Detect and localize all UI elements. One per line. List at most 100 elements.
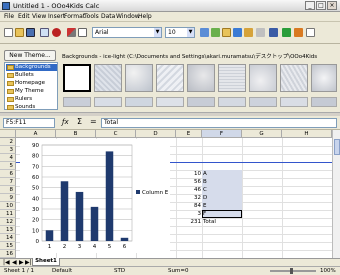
- row-header[interactable]: 6: [0, 170, 16, 178]
- gallery-thumbnail[interactable]: [187, 64, 215, 92]
- menu-window[interactable]: Window: [116, 13, 140, 20]
- gallery-thumbnail[interactable]: [280, 97, 308, 107]
- cell-e10[interactable]: 3: [176, 210, 202, 218]
- cell-f9[interactable]: E: [203, 202, 206, 210]
- chevron-down-icon[interactable]: ▼: [154, 28, 161, 37]
- row-header[interactable]: 14: [0, 234, 16, 242]
- name-box[interactable]: F5:F11: [3, 118, 55, 128]
- row-header[interactable]: 3: [0, 146, 16, 154]
- sort-descending-icon[interactable]: [211, 28, 220, 37]
- cell-e7[interactable]: 46: [176, 186, 202, 194]
- gallery-thumbnail[interactable]: [311, 64, 337, 92]
- gallery-thumbnail[interactable]: [156, 64, 184, 92]
- undo-icon[interactable]: [269, 28, 278, 37]
- menu-file[interactable]: File: [4, 13, 14, 20]
- menu-view[interactable]: View: [32, 13, 46, 20]
- cell-e11[interactable]: 231: [176, 218, 202, 226]
- page-style[interactable]: Default: [52, 268, 72, 274]
- sum-icon[interactable]: Σ: [77, 117, 82, 126]
- gallery-thumbnail[interactable]: [218, 64, 246, 92]
- gallery-thumbnail[interactable]: [249, 64, 277, 92]
- sort-ascending-icon[interactable]: [200, 28, 209, 37]
- cell-f11[interactable]: Total: [203, 218, 216, 226]
- function-icon[interactable]: =: [90, 117, 97, 126]
- open-icon[interactable]: [15, 28, 24, 37]
- row-header[interactable]: 8: [0, 186, 16, 194]
- spreadsheet-grid[interactable]: A B C D E F G H 2 3 4 5 6 7 8 9 10 11 12…: [0, 130, 332, 258]
- gallery-thumbnail[interactable]: [125, 97, 153, 107]
- theme-item-bullets[interactable]: Bullets: [6, 72, 57, 79]
- cell-f8[interactable]: D: [203, 194, 207, 202]
- row-header[interactable]: 13: [0, 226, 16, 234]
- column-header-g[interactable]: G: [242, 130, 282, 138]
- borders-icon[interactable]: [256, 28, 265, 37]
- column-header-c[interactable]: C: [96, 130, 136, 138]
- cell-e9[interactable]: 84: [176, 202, 202, 210]
- copy-icon[interactable]: [78, 28, 87, 37]
- theme-item-homepage[interactable]: Homepage: [6, 80, 57, 87]
- minimize-button[interactable]: _: [305, 1, 315, 10]
- gallery-thumbnail[interactable]: [94, 64, 122, 92]
- help-icon[interactable]: [306, 28, 315, 37]
- scrollbar-thumb[interactable]: [334, 139, 340, 155]
- row-header[interactable]: 9: [0, 194, 16, 202]
- chart-icon[interactable]: [233, 28, 242, 37]
- vertical-scrollbar[interactable]: [332, 130, 340, 258]
- column-header-f[interactable]: F: [202, 130, 242, 138]
- cell-e5[interactable]: 10: [176, 170, 202, 178]
- prev-sheet-icon[interactable]: ◀: [12, 259, 17, 266]
- font-size-select[interactable]: 10 ▼: [165, 27, 195, 38]
- gallery-thumbnail[interactable]: [94, 97, 122, 107]
- maximize-button[interactable]: □: [316, 1, 326, 10]
- cell-e8[interactable]: 32: [176, 194, 202, 202]
- select-all-corner[interactable]: [0, 130, 16, 138]
- gallery-icon[interactable]: [282, 28, 291, 37]
- folder-icon[interactable]: [222, 28, 231, 37]
- next-sheet-icon[interactable]: ▶: [19, 259, 24, 266]
- row-header[interactable]: 4: [0, 154, 16, 162]
- close-button[interactable]: ×: [327, 1, 337, 10]
- active-cell[interactable]: [202, 210, 242, 218]
- navigator-icon[interactable]: [294, 28, 303, 37]
- gallery-thumbnail[interactable]: [63, 97, 91, 107]
- cut-icon[interactable]: [67, 28, 76, 37]
- last-sheet-icon[interactable]: ▶|: [25, 259, 32, 266]
- selection-mode[interactable]: STD: [114, 268, 125, 274]
- column-header-h[interactable]: H: [282, 130, 332, 138]
- gallery-thumbnail[interactable]: [311, 97, 337, 107]
- column-header-b[interactable]: B: [56, 130, 96, 138]
- cell-f5[interactable]: A: [203, 170, 207, 178]
- cell-f10[interactable]: F: [203, 210, 206, 218]
- menu-data[interactable]: Data: [101, 13, 115, 20]
- new-document-icon[interactable]: [4, 28, 13, 37]
- first-sheet-icon[interactable]: |◀: [3, 259, 10, 266]
- zoom-level[interactable]: 100%: [320, 268, 336, 274]
- zoom-slider[interactable]: [270, 270, 316, 272]
- theme-item-rulers[interactable]: Rulers: [6, 96, 57, 103]
- row-header[interactable]: 15: [0, 242, 16, 250]
- sheet-tab-sheet1[interactable]: Sheet1: [32, 258, 60, 266]
- font-name-select[interactable]: Arial ▼: [92, 27, 162, 38]
- theme-item-my-theme[interactable]: My Theme: [6, 88, 57, 95]
- chevron-down-icon[interactable]: ▼: [187, 28, 194, 37]
- theme-list[interactable]: Backgrounds Bullets Homepage My Theme Ru…: [4, 62, 58, 110]
- row-header[interactable]: 10: [0, 202, 16, 210]
- theme-item-backgrounds[interactable]: Backgrounds: [6, 64, 57, 71]
- menu-insert[interactable]: Insert: [48, 13, 65, 20]
- gallery-thumbnail[interactable]: [249, 97, 277, 107]
- print-icon[interactable]: [40, 28, 49, 37]
- gallery-thumbnail[interactable]: [156, 97, 184, 107]
- row-header[interactable]: 11: [0, 210, 16, 218]
- paint-bucket-icon[interactable]: [244, 28, 253, 37]
- bar-chart[interactable]: 0 10 20 30 40 50 60 70 80 90 1 2 3 4 5 6 Column E: [20, 139, 170, 253]
- menu-help[interactable]: Help: [138, 13, 152, 20]
- export-pdf-icon[interactable]: [52, 28, 61, 37]
- row-header[interactable]: 2: [0, 138, 16, 146]
- column-header-d[interactable]: D: [136, 130, 176, 138]
- cell-e6[interactable]: 56: [176, 178, 202, 186]
- formula-input[interactable]: Total: [101, 118, 337, 128]
- gallery-thumbnail[interactable]: [187, 97, 215, 107]
- menu-format[interactable]: Format: [64, 13, 85, 20]
- row-header[interactable]: 5: [0, 162, 16, 170]
- menu-edit[interactable]: Edit: [18, 13, 30, 20]
